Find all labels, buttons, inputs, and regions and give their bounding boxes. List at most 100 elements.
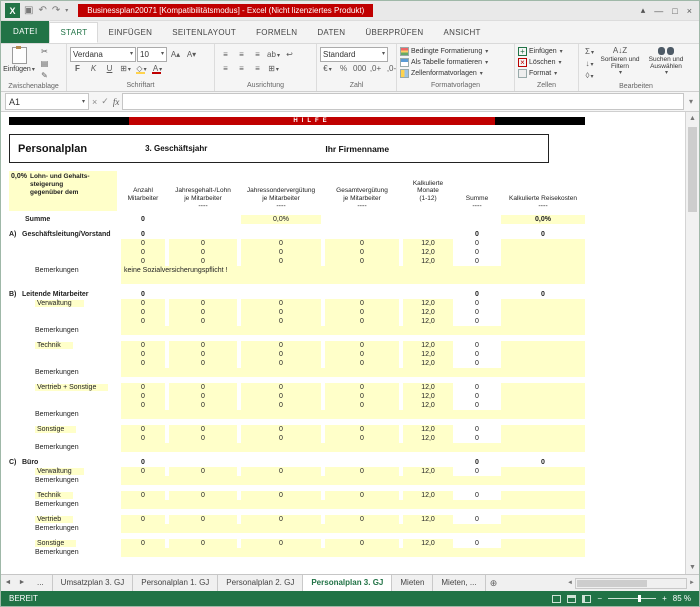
cell[interactable]: 0 bbox=[325, 359, 399, 368]
cell[interactable]: 0 bbox=[325, 308, 399, 317]
redo-icon[interactable]: ↷ bbox=[52, 5, 60, 16]
remarks-cell[interactable] bbox=[121, 548, 585, 557]
cell[interactable]: 0 bbox=[241, 239, 321, 248]
scroll-up-icon[interactable]: ▲ bbox=[686, 112, 699, 125]
undo-icon[interactable]: ↶ bbox=[38, 5, 46, 16]
cell[interactable]: 12,0 bbox=[403, 350, 453, 359]
cell[interactable]: 12,0 bbox=[403, 299, 453, 308]
cell[interactable]: 0 bbox=[169, 308, 237, 317]
styles-zellenformatvorlagen-button[interactable]: Zellenformatvorlagen▾ bbox=[400, 68, 511, 79]
cell[interactable]: 0 bbox=[121, 350, 165, 359]
align-bottom-icon[interactable]: ≡ bbox=[250, 49, 265, 60]
cell[interactable]: 0 bbox=[169, 359, 237, 368]
cell[interactable] bbox=[501, 239, 585, 248]
cell[interactable]: 0 bbox=[241, 248, 321, 257]
cell[interactable]: 0 bbox=[121, 239, 165, 248]
align-right-icon[interactable]: ≡ bbox=[250, 63, 265, 74]
cell[interactable]: 0 bbox=[325, 434, 399, 443]
cell[interactable]: 0,0% bbox=[501, 215, 585, 224]
styles-als-tabelle-formatieren-button[interactable]: Als Tabelle formatieren▾ bbox=[400, 57, 511, 68]
cell[interactable]: 12,0 bbox=[403, 467, 453, 476]
increase-decimal-icon[interactable]: ,0+ bbox=[368, 63, 383, 74]
percent-icon[interactable]: % bbox=[336, 63, 351, 74]
cell[interactable]: 12,0 bbox=[403, 308, 453, 317]
font-name-select[interactable]: Verdana▾ bbox=[70, 47, 136, 62]
cell[interactable] bbox=[501, 434, 585, 443]
cell[interactable]: 0 bbox=[121, 359, 165, 368]
zoom-level[interactable]: 85 % bbox=[673, 594, 691, 603]
cell[interactable]: 0 bbox=[169, 341, 237, 350]
comma-style-icon[interactable]: 000 bbox=[352, 63, 367, 74]
cell[interactable] bbox=[501, 317, 585, 326]
cell[interactable]: 0 bbox=[241, 257, 321, 266]
cell[interactable]: 12,0 bbox=[403, 539, 453, 548]
cancel-icon[interactable]: × bbox=[92, 97, 97, 107]
ribbon-tab-formeln[interactable]: FORMELN bbox=[246, 23, 307, 43]
remarks-cell[interactable] bbox=[121, 443, 585, 452]
remarks-cell[interactable] bbox=[121, 476, 585, 485]
ribbon-display-options-icon[interactable]: ▴ bbox=[641, 5, 646, 16]
cell[interactable] bbox=[501, 425, 585, 434]
cell[interactable]: 0 bbox=[121, 341, 165, 350]
scroll-down-icon[interactable]: ▼ bbox=[686, 561, 699, 574]
cell[interactable]: 0 bbox=[169, 383, 237, 392]
cell[interactable]: 0 bbox=[241, 359, 321, 368]
cell[interactable]: 0 bbox=[241, 299, 321, 308]
cell[interactable]: 12,0 bbox=[403, 491, 453, 500]
sheet-tab-personalplan-2-gj[interactable]: Personalplan 2. GJ bbox=[218, 575, 303, 591]
cell[interactable]: 0 bbox=[169, 317, 237, 326]
vertical-scrollbar[interactable]: ▲ ▼ bbox=[685, 112, 699, 574]
close-icon[interactable]: × bbox=[687, 6, 692, 16]
cell[interactable]: 0 bbox=[121, 425, 165, 434]
cell[interactable]: 0 bbox=[325, 299, 399, 308]
horizontal-scroll-thumb[interactable] bbox=[577, 580, 647, 587]
cell[interactable]: 0 bbox=[325, 317, 399, 326]
cell[interactable]: 12,0 bbox=[403, 341, 453, 350]
insert-function-icon[interactable]: fx bbox=[113, 97, 120, 107]
cell[interactable]: 0,0% bbox=[241, 215, 321, 224]
cell[interactable]: 0 bbox=[169, 491, 237, 500]
save-icon[interactable]: ▣ bbox=[24, 5, 33, 16]
cell[interactable]: 0 bbox=[241, 425, 321, 434]
sheet-tab-[interactable]: ... bbox=[29, 575, 53, 591]
cell[interactable]: 0 bbox=[169, 248, 237, 257]
cell[interactable]: 0 bbox=[325, 341, 399, 350]
cell[interactable]: 0 bbox=[169, 539, 237, 548]
copy-icon[interactable]: ▤ bbox=[37, 58, 52, 69]
name-box[interactable]: A1▾ bbox=[5, 93, 89, 110]
cell[interactable]: 0 bbox=[169, 257, 237, 266]
cell[interactable]: 12,0 bbox=[403, 425, 453, 434]
sheet-tab-personalplan-3-gj[interactable]: Personalplan 3. GJ bbox=[303, 575, 392, 591]
paste-button[interactable]: Einfügen▾ bbox=[4, 46, 34, 73]
rate-cell[interactable]: 0,0% Lohn- und Gehalts- steigerung gegen… bbox=[9, 171, 117, 211]
ribbon-tab-einfügen[interactable]: EINFÜGEN bbox=[98, 23, 162, 43]
remarks-cell[interactable] bbox=[121, 275, 585, 284]
ribbon-tab-daten[interactable]: DATEN bbox=[307, 23, 355, 43]
align-top-icon[interactable]: ≡ bbox=[218, 49, 233, 60]
cell[interactable]: 12,0 bbox=[403, 239, 453, 248]
cut-icon[interactable]: ✂ bbox=[37, 46, 52, 57]
align-middle-icon[interactable]: ≡ bbox=[234, 49, 249, 60]
ribbon-tab-seitenlayout[interactable]: SEITENLAYOUT bbox=[162, 23, 246, 43]
cell[interactable]: 0 bbox=[241, 308, 321, 317]
remarks-cell[interactable] bbox=[121, 410, 585, 419]
minimize-icon[interactable]: — bbox=[654, 6, 663, 16]
cell[interactable] bbox=[501, 248, 585, 257]
cell[interactable]: 0 bbox=[121, 401, 165, 410]
cell[interactable]: 0 bbox=[121, 317, 165, 326]
ribbon-tab-start[interactable]: START bbox=[49, 22, 98, 43]
cell[interactable]: 0 bbox=[169, 299, 237, 308]
cell[interactable] bbox=[501, 257, 585, 266]
fill-color-icon[interactable]: ◇▾ bbox=[134, 63, 149, 74]
cells-format-button[interactable]: Format▾ bbox=[518, 68, 575, 79]
cell[interactable] bbox=[501, 515, 585, 524]
cell[interactable]: 12,0 bbox=[403, 248, 453, 257]
cell[interactable]: 0 bbox=[241, 515, 321, 524]
cells-einfügen-button[interactable]: +Einfügen▾ bbox=[518, 46, 575, 57]
cells-löschen-button[interactable]: ×Löschen▾ bbox=[518, 57, 575, 68]
cell[interactable]: 0 bbox=[325, 491, 399, 500]
cell[interactable]: 0 bbox=[241, 467, 321, 476]
cell[interactable]: 0 bbox=[325, 425, 399, 434]
formula-input[interactable] bbox=[122, 93, 684, 110]
cell[interactable]: 0 bbox=[241, 383, 321, 392]
